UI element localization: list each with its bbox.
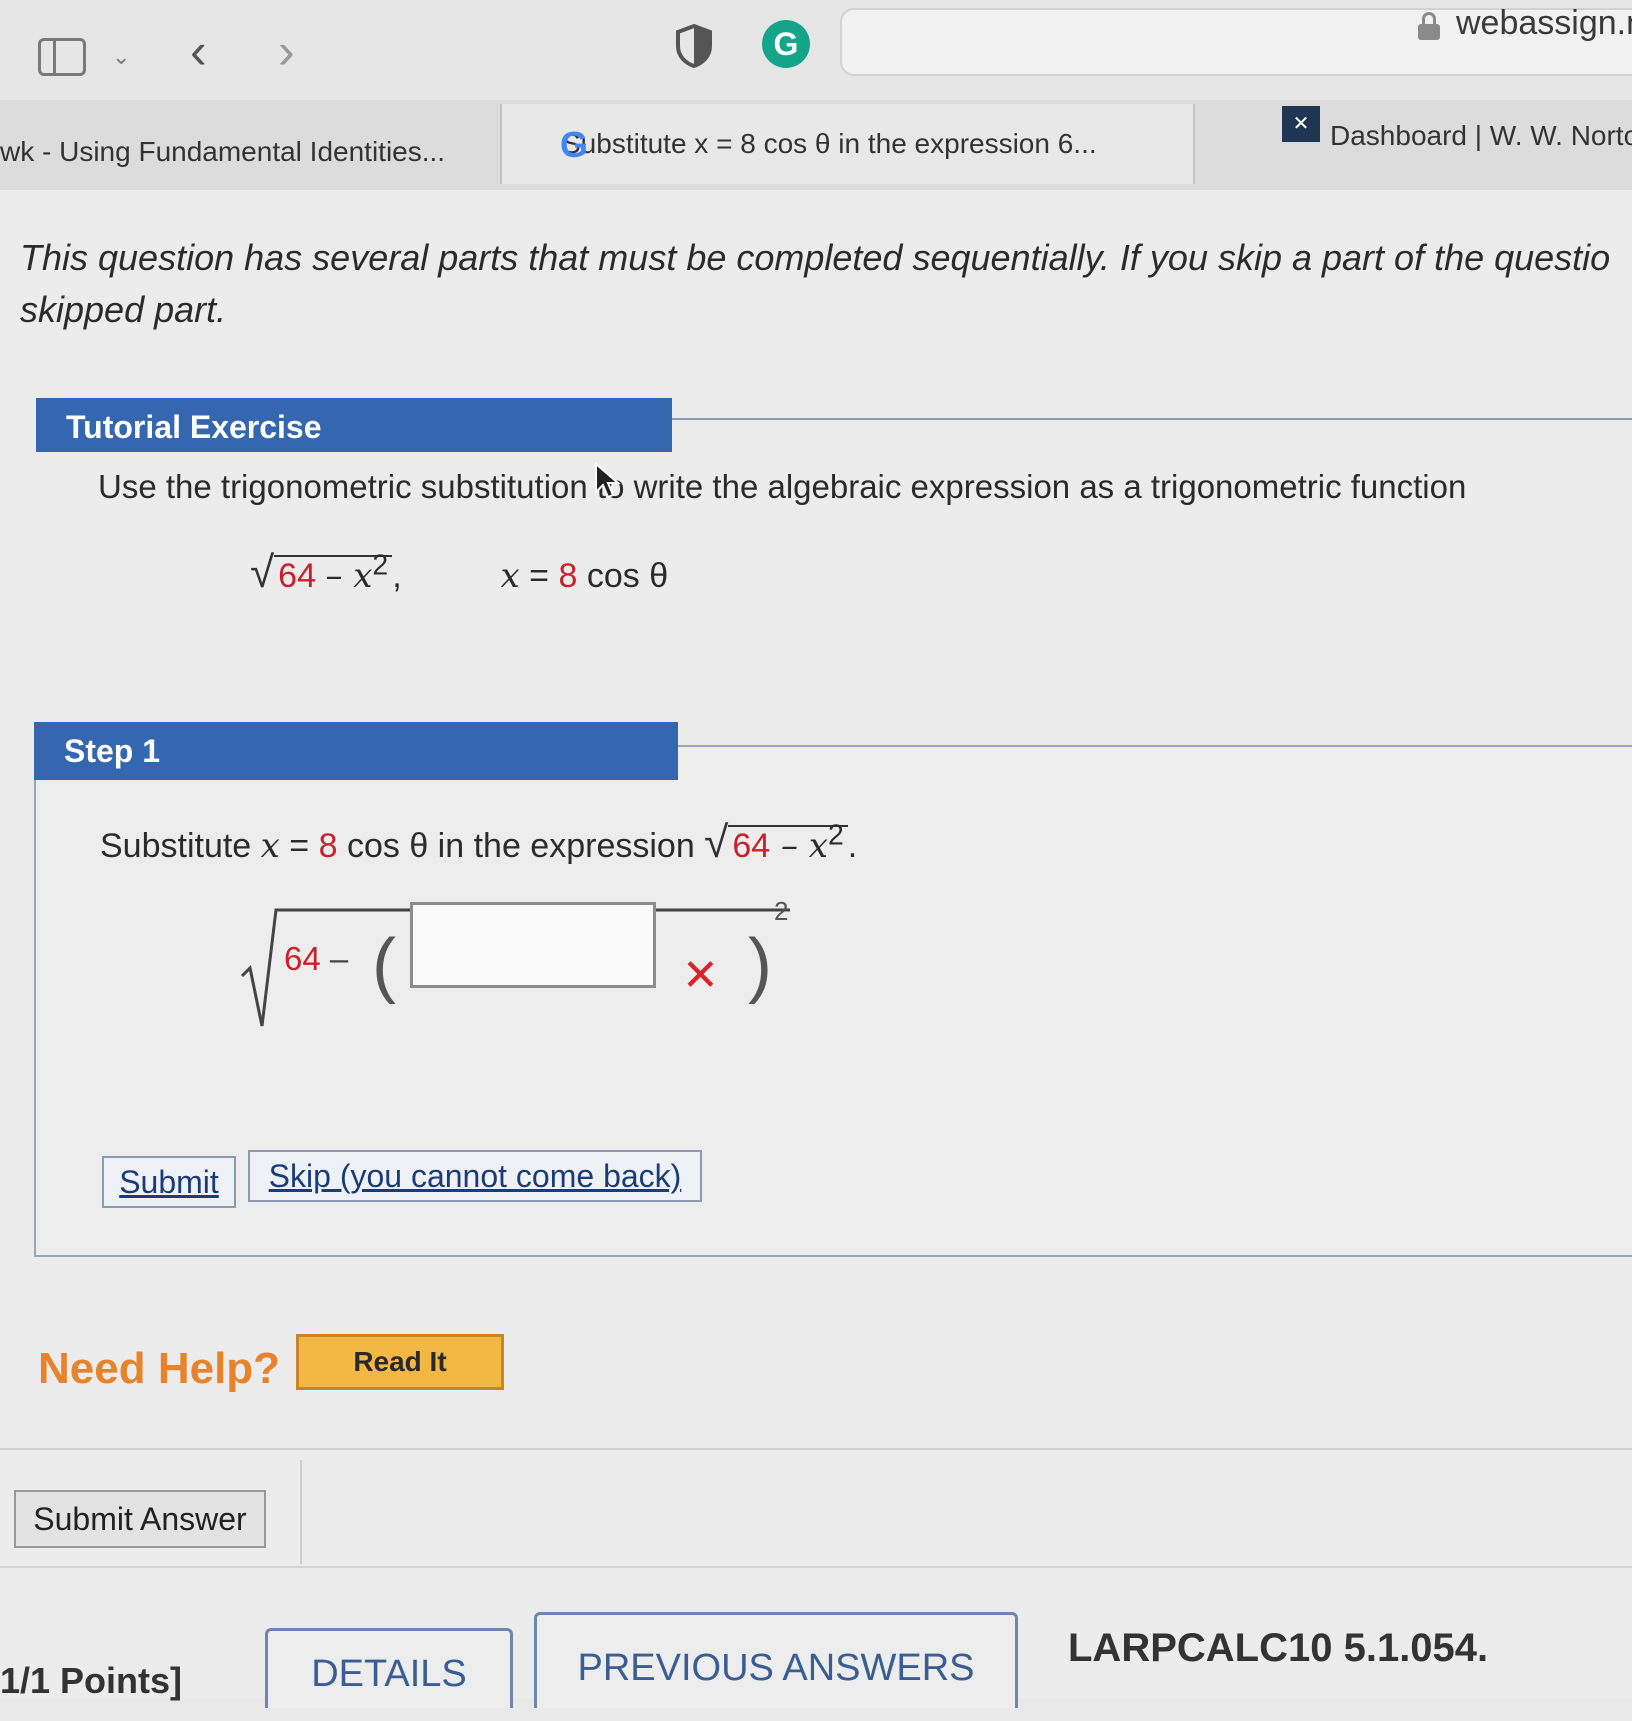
step-instr-end: . <box>847 827 858 865</box>
answer-input[interactable] <box>410 902 656 988</box>
skip-step-button[interactable]: Skip (you cannot come back) <box>248 1150 702 1202</box>
address-domain[interactable]: webassign.n <box>1456 4 1632 43</box>
step-header: Step 1 <box>34 722 678 780</box>
tutorial-header: Tutorial Exercise <box>36 398 672 452</box>
wrong-answer-icon: ✕ <box>682 951 719 1000</box>
tab-substitute-search[interactable]: Substitute x = 8 cos θ in the expression… <box>500 104 1195 184</box>
problem-id: LARPCALC10 5.1.054. <box>1068 1626 1489 1670</box>
step-instr-eq: = <box>279 827 319 865</box>
sub-func: cos θ <box>577 557 669 595</box>
step-instr-var: x <box>260 826 280 866</box>
sidebar-icon[interactable] <box>38 38 86 76</box>
norton-logo-icon: ✕ <box>1282 106 1320 142</box>
previous-answers-button[interactable]: PREVIOUS ANSWERS <box>534 1612 1018 1708</box>
back-icon[interactable]: ‹ <box>190 26 207 76</box>
sub-coef: 8 <box>558 557 578 595</box>
step-instr-const: 64 <box>732 827 771 865</box>
radicand-const: 64 <box>278 557 316 595</box>
step-instr-prefix: Substitute <box>100 827 261 865</box>
step-instr-exp: 2 <box>827 819 844 852</box>
step-instruction: Substitute x = 8 cos θ in the expression… <box>100 818 857 868</box>
expr-comma: , <box>392 557 402 595</box>
grammarly-icon[interactable]: G <box>762 20 810 68</box>
tutorial-instruction: Use the trigonometric substitution to wr… <box>98 468 1467 505</box>
answer-expression: 64 – ( ✕ ) 2 <box>240 888 800 1028</box>
close-paren: ) <box>748 925 772 1005</box>
tutorial-divider <box>672 418 1632 420</box>
step-instr-rest: – x <box>770 826 828 866</box>
given-expression: √ 64 – x2, x = 8 cos θ <box>250 548 668 598</box>
google-icon: G <box>560 124 589 165</box>
step-instr-mid: in the expression <box>428 827 705 865</box>
points-label: 1/1 Points] <box>0 1660 183 1701</box>
submit-step-button[interactable]: Submit <box>102 1156 236 1208</box>
step-instr-func: cos θ <box>337 827 429 865</box>
submit-answer-button[interactable]: Submit Answer <box>14 1490 266 1548</box>
radicand-exponent: 2 <box>372 549 389 582</box>
panel-edge <box>300 1460 302 1564</box>
details-button[interactable]: DETAILS <box>265 1628 513 1708</box>
tab-dashboard[interactable]: Dashboard | W. W. Norto <box>1195 96 1632 176</box>
radicand-expression: 64 – <box>284 940 348 978</box>
read-it-button[interactable]: Read It <box>296 1334 504 1390</box>
radicand-rest: – x <box>325 556 373 596</box>
need-help-label: Need Help? <box>38 1344 281 1393</box>
tab-fundamental-identities[interactable]: wk - Using Fundamental Identities... <box>0 112 500 192</box>
forward-icon[interactable]: › <box>278 26 295 76</box>
sqrt-symbol: √ <box>250 548 275 597</box>
step-instr-coef: 8 <box>318 827 338 865</box>
footer-divider <box>0 1566 1632 1568</box>
sub-var: x <box>500 556 520 596</box>
intro-note: This question has several parts that mus… <box>20 237 1611 330</box>
sqrt-symbol: √ <box>704 818 729 867</box>
lock-icon <box>1418 12 1440 40</box>
open-paren: ( <box>372 925 396 1005</box>
section-divider <box>0 1448 1632 1450</box>
radicand-const-64: 64 <box>284 940 321 977</box>
cursor-icon <box>595 462 621 499</box>
sub-eq: = <box>519 557 559 595</box>
answer-exponent: 2 <box>774 896 789 926</box>
chevron-down-icon[interactable]: ⌄ <box>112 44 130 70</box>
shield-icon[interactable] <box>676 24 712 68</box>
radicand-minus: – <box>320 940 349 977</box>
